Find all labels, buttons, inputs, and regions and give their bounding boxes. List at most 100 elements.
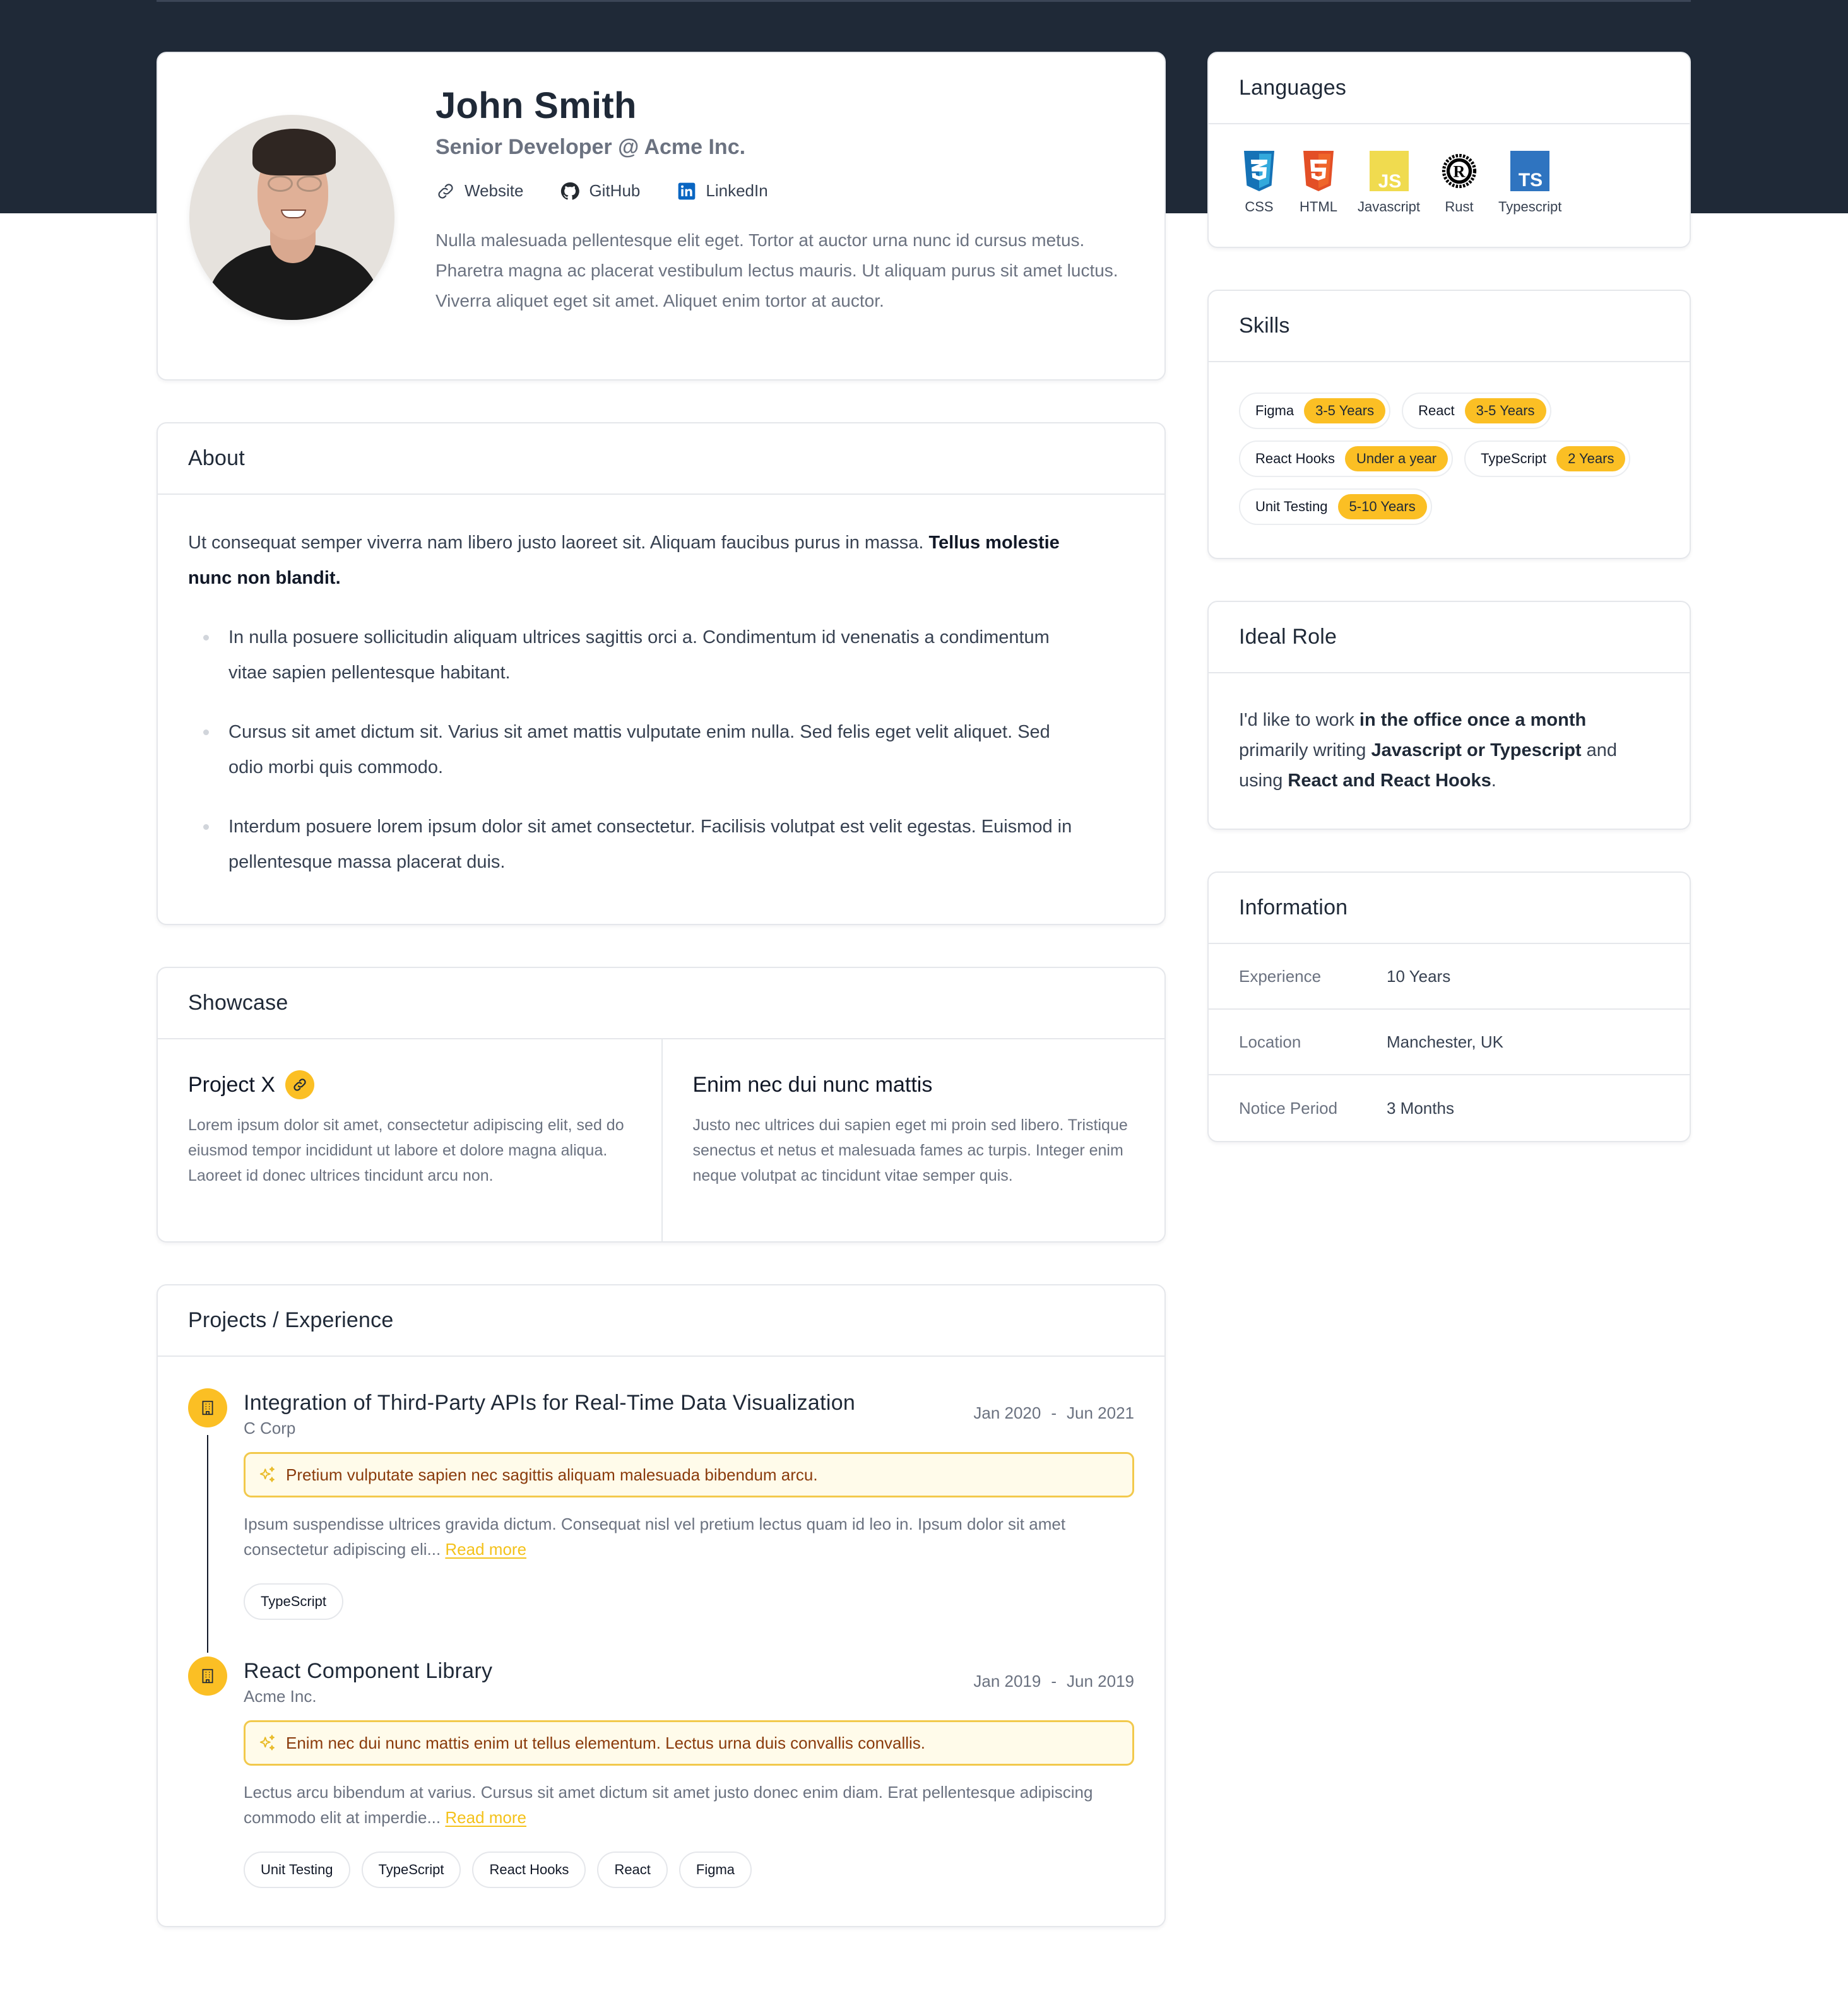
- skill-chip: Figma 3-5 Years: [1239, 393, 1391, 429]
- information-list: Experience 10 Years Location Manchester, U…: [1209, 944, 1690, 1141]
- skills-list: Figma 3-5 Years React 3-5 Years React Hook…: [1209, 362, 1676, 558]
- about-lead-text: Ut consequat semper viverra nam libero j…: [188, 533, 924, 553]
- info-label: Location: [1239, 1032, 1301, 1051]
- ideal-role-text-part: primarily writing: [1239, 740, 1371, 760]
- skill-chip: Unit Testing 5-10 Years: [1239, 488, 1432, 525]
- info-value: 3 Months: [1387, 1098, 1454, 1118]
- languages-list: CSS HTML JS Javascript R Rust TS Typescr…: [1209, 124, 1690, 247]
- skill-name: React Hooks: [1255, 451, 1335, 466]
- info-value: Manchester, UK: [1387, 1032, 1503, 1051]
- project-icon-badge: [188, 1657, 227, 1696]
- information-title: Information: [1239, 895, 1348, 919]
- skill-chip: TypeScript 2 Years: [1464, 440, 1631, 477]
- building-icon: [202, 1400, 213, 1415]
- date-separator: -: [1051, 1672, 1057, 1691]
- project-start-date: Jan 2020: [973, 1403, 1041, 1422]
- project-tag: Unit Testing: [244, 1851, 350, 1888]
- project-highlight: Enim nec dui nunc mattis enim ut tellus …: [244, 1720, 1134, 1766]
- project-icon-badge: [188, 1388, 227, 1427]
- timeline-connector: [207, 1435, 208, 1653]
- language-item: CSS: [1239, 151, 1279, 215]
- ideal-role-header: Ideal Role: [1209, 602, 1690, 673]
- project-highlight: Pretium vulputate sapien nec sagittis al…: [244, 1452, 1134, 1497]
- project-tag: React: [597, 1851, 668, 1888]
- main-column: John Smith Senior Developer @ Acme Inc. …: [157, 52, 1166, 1927]
- info-label: Notice Period: [1239, 1098, 1338, 1118]
- top-divider: [157, 0, 1691, 2]
- typescript-icon: TS: [1510, 151, 1550, 191]
- project-highlight-text: Pretium vulputate sapien nec sagittis al…: [286, 1465, 818, 1484]
- about-body: Ut consequat semper viverra nam libero j…: [158, 495, 1164, 924]
- project-link-button[interactable]: [285, 1070, 314, 1099]
- ideal-role-text-part: I'd like to work: [1239, 710, 1359, 730]
- showcase-card: Showcase Project X Lorem ipsum dolor sit…: [157, 967, 1166, 1243]
- building-icon: [202, 1668, 213, 1684]
- project-end-date: Jun 2021: [1067, 1403, 1134, 1422]
- skills-header: Skills: [1209, 291, 1690, 362]
- projects-header: Projects / Experience: [158, 1285, 1164, 1357]
- linkedin-link[interactable]: LinkedIn: [677, 181, 768, 201]
- read-more-link[interactable]: Read more: [445, 1540, 526, 1559]
- ideal-role-card: Ideal Role I'd like to work in the offic…: [1207, 601, 1691, 830]
- project-end-date: Jun 2019: [1067, 1672, 1134, 1691]
- read-more-link[interactable]: Read more: [445, 1808, 526, 1827]
- link-icon: [293, 1078, 306, 1091]
- showcase-grid: Project X Lorem ipsum dolor sit amet, co…: [158, 1039, 1164, 1241]
- date-separator: -: [1051, 1403, 1057, 1422]
- ideal-role-text-part: .: [1491, 771, 1496, 791]
- showcase-item-title: Enim nec dui nunc mattis: [693, 1070, 1135, 1100]
- skill-name: TypeScript: [1481, 451, 1547, 466]
- info-row-experience: Experience 10 Years: [1209, 944, 1690, 1010]
- skill-level-badge: 3-5 Years: [1464, 398, 1546, 423]
- project-title: React Component Library: [244, 1659, 493, 1683]
- info-label: Experience: [1239, 966, 1322, 986]
- github-link[interactable]: GitHub: [560, 181, 640, 201]
- language-label: HTML: [1300, 199, 1337, 215]
- ideal-role-work-location: in the office once a month: [1359, 710, 1587, 730]
- project-tag: TypeScript: [361, 1851, 461, 1888]
- showcase-item: Enim nec dui nunc mattis Justo nec ultri…: [661, 1039, 1165, 1241]
- avatar-glasses: [265, 175, 322, 192]
- project-tag: TypeScript: [244, 1583, 343, 1620]
- project-dates: Jan 2019 - Jun 2019: [973, 1672, 1134, 1691]
- github-icon: [561, 182, 580, 200]
- showcase-item-title: Project X: [188, 1070, 631, 1100]
- ideal-role-text: I'd like to work in the office once a mo…: [1209, 673, 1690, 829]
- sparkles-icon: [259, 1467, 275, 1482]
- projects-timeline: Integration of Third-Party APIs for Real…: [158, 1357, 1164, 1926]
- info-row-location: Location Manchester, UK: [1209, 1010, 1690, 1075]
- ideal-role-languages: Javascript or Typescript: [1371, 740, 1582, 760]
- project-header: React Component Library Acme Inc. Jan 20…: [244, 1657, 1134, 1706]
- languages-header: Languages: [1209, 53, 1690, 124]
- svg-text:R: R: [1454, 163, 1466, 181]
- profile-links: Website GitHub LinkedIn: [435, 181, 1134, 201]
- skill-level-badge: Under a year: [1344, 446, 1448, 471]
- project-entry: Integration of Third-Party APIs for Real…: [188, 1388, 1134, 1653]
- ideal-role-frameworks: React and React Hooks: [1288, 771, 1491, 791]
- skill-chip: React Hooks Under a year: [1239, 440, 1454, 477]
- project-company: Acme Inc.: [244, 1687, 317, 1706]
- skill-level-badge: 2 Years: [1556, 446, 1626, 471]
- profile-info: John Smith Senior Developer @ Acme Inc. …: [435, 86, 1134, 316]
- showcase-item-description: Justo nec ultrices dui sapien eget mi pr…: [692, 1116, 1128, 1184]
- languages-title: Languages: [1239, 76, 1347, 100]
- showcase-item-name: Project X: [188, 1072, 275, 1097]
- project-start-date: Jan 2019: [973, 1672, 1041, 1691]
- github-link-label: GitHub: [589, 181, 641, 201]
- website-link-label: Website: [465, 181, 524, 201]
- website-link[interactable]: Website: [435, 181, 523, 201]
- language-label: Rust: [1445, 199, 1474, 215]
- languages-card: Languages CSS HTML JS Javascript R Rust …: [1207, 52, 1691, 248]
- showcase-header: Showcase: [158, 968, 1164, 1039]
- projects-title: Projects / Experience: [188, 1308, 394, 1332]
- about-title: About: [188, 446, 245, 470]
- project-dates: Jan 2020 - Jun 2021: [973, 1403, 1134, 1423]
- project-description-text: Lectus arcu bibendum at varius. Cursus s…: [244, 1783, 1093, 1827]
- project-highlight-text: Enim nec dui nunc mattis enim ut tellus …: [286, 1733, 926, 1752]
- projects-card: Projects / Experience Integration of Thi…: [157, 1284, 1166, 1927]
- information-card: Information Experience 10 Years Location M…: [1207, 871, 1691, 1142]
- skill-name: Figma: [1255, 403, 1294, 418]
- javascript-icon: JS: [1369, 151, 1409, 191]
- svg-text:JS: JS: [1378, 171, 1401, 191]
- about-list-item: In nulla posuere sollicitudin aliquam ul…: [201, 620, 1084, 690]
